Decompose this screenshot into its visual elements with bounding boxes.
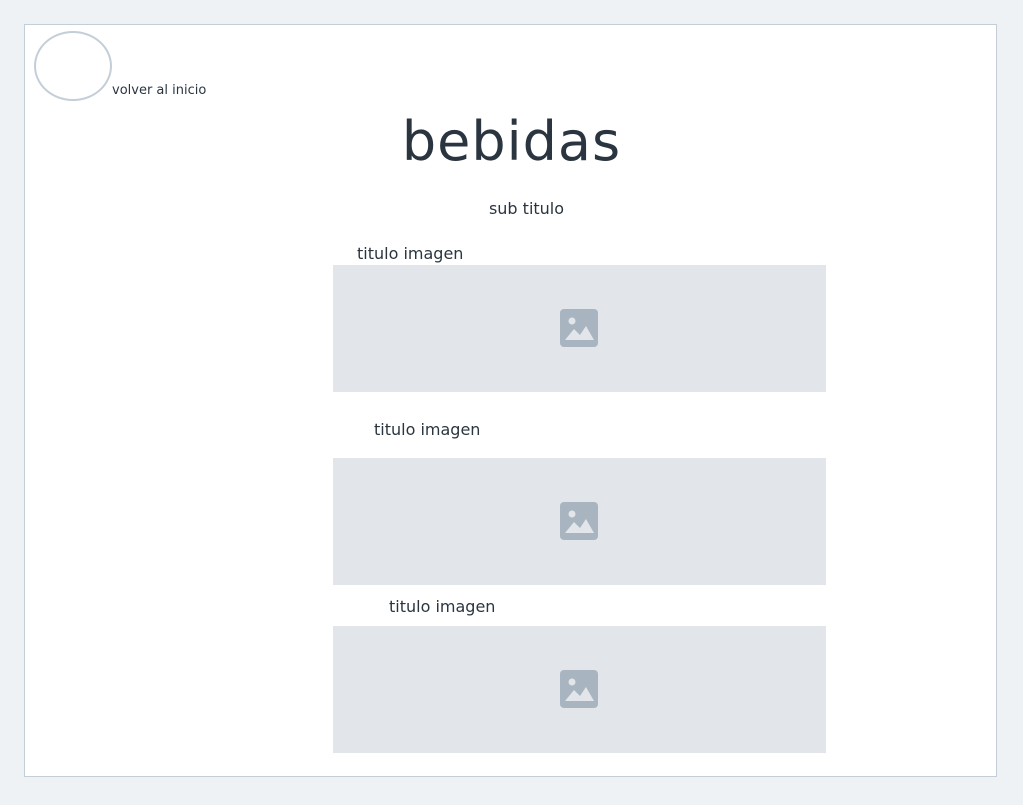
image-placeholder-icon <box>560 670 598 708</box>
image-placeholder-3 <box>333 626 826 753</box>
image-placeholder-2 <box>333 458 826 585</box>
home-logo-button[interactable] <box>34 31 112 101</box>
image-placeholder-icon <box>560 502 598 540</box>
home-link[interactable]: volver al inicio <box>112 83 206 98</box>
image-placeholder-icon <box>560 309 598 347</box>
page-subtitle: sub titulo <box>488 199 565 218</box>
page-title: bebidas <box>401 110 622 173</box>
image-title-2: titulo imagen <box>374 420 481 439</box>
image-title-3: titulo imagen <box>389 597 496 616</box>
image-title-1: titulo imagen <box>357 244 464 263</box>
image-placeholder-1 <box>333 265 826 392</box>
